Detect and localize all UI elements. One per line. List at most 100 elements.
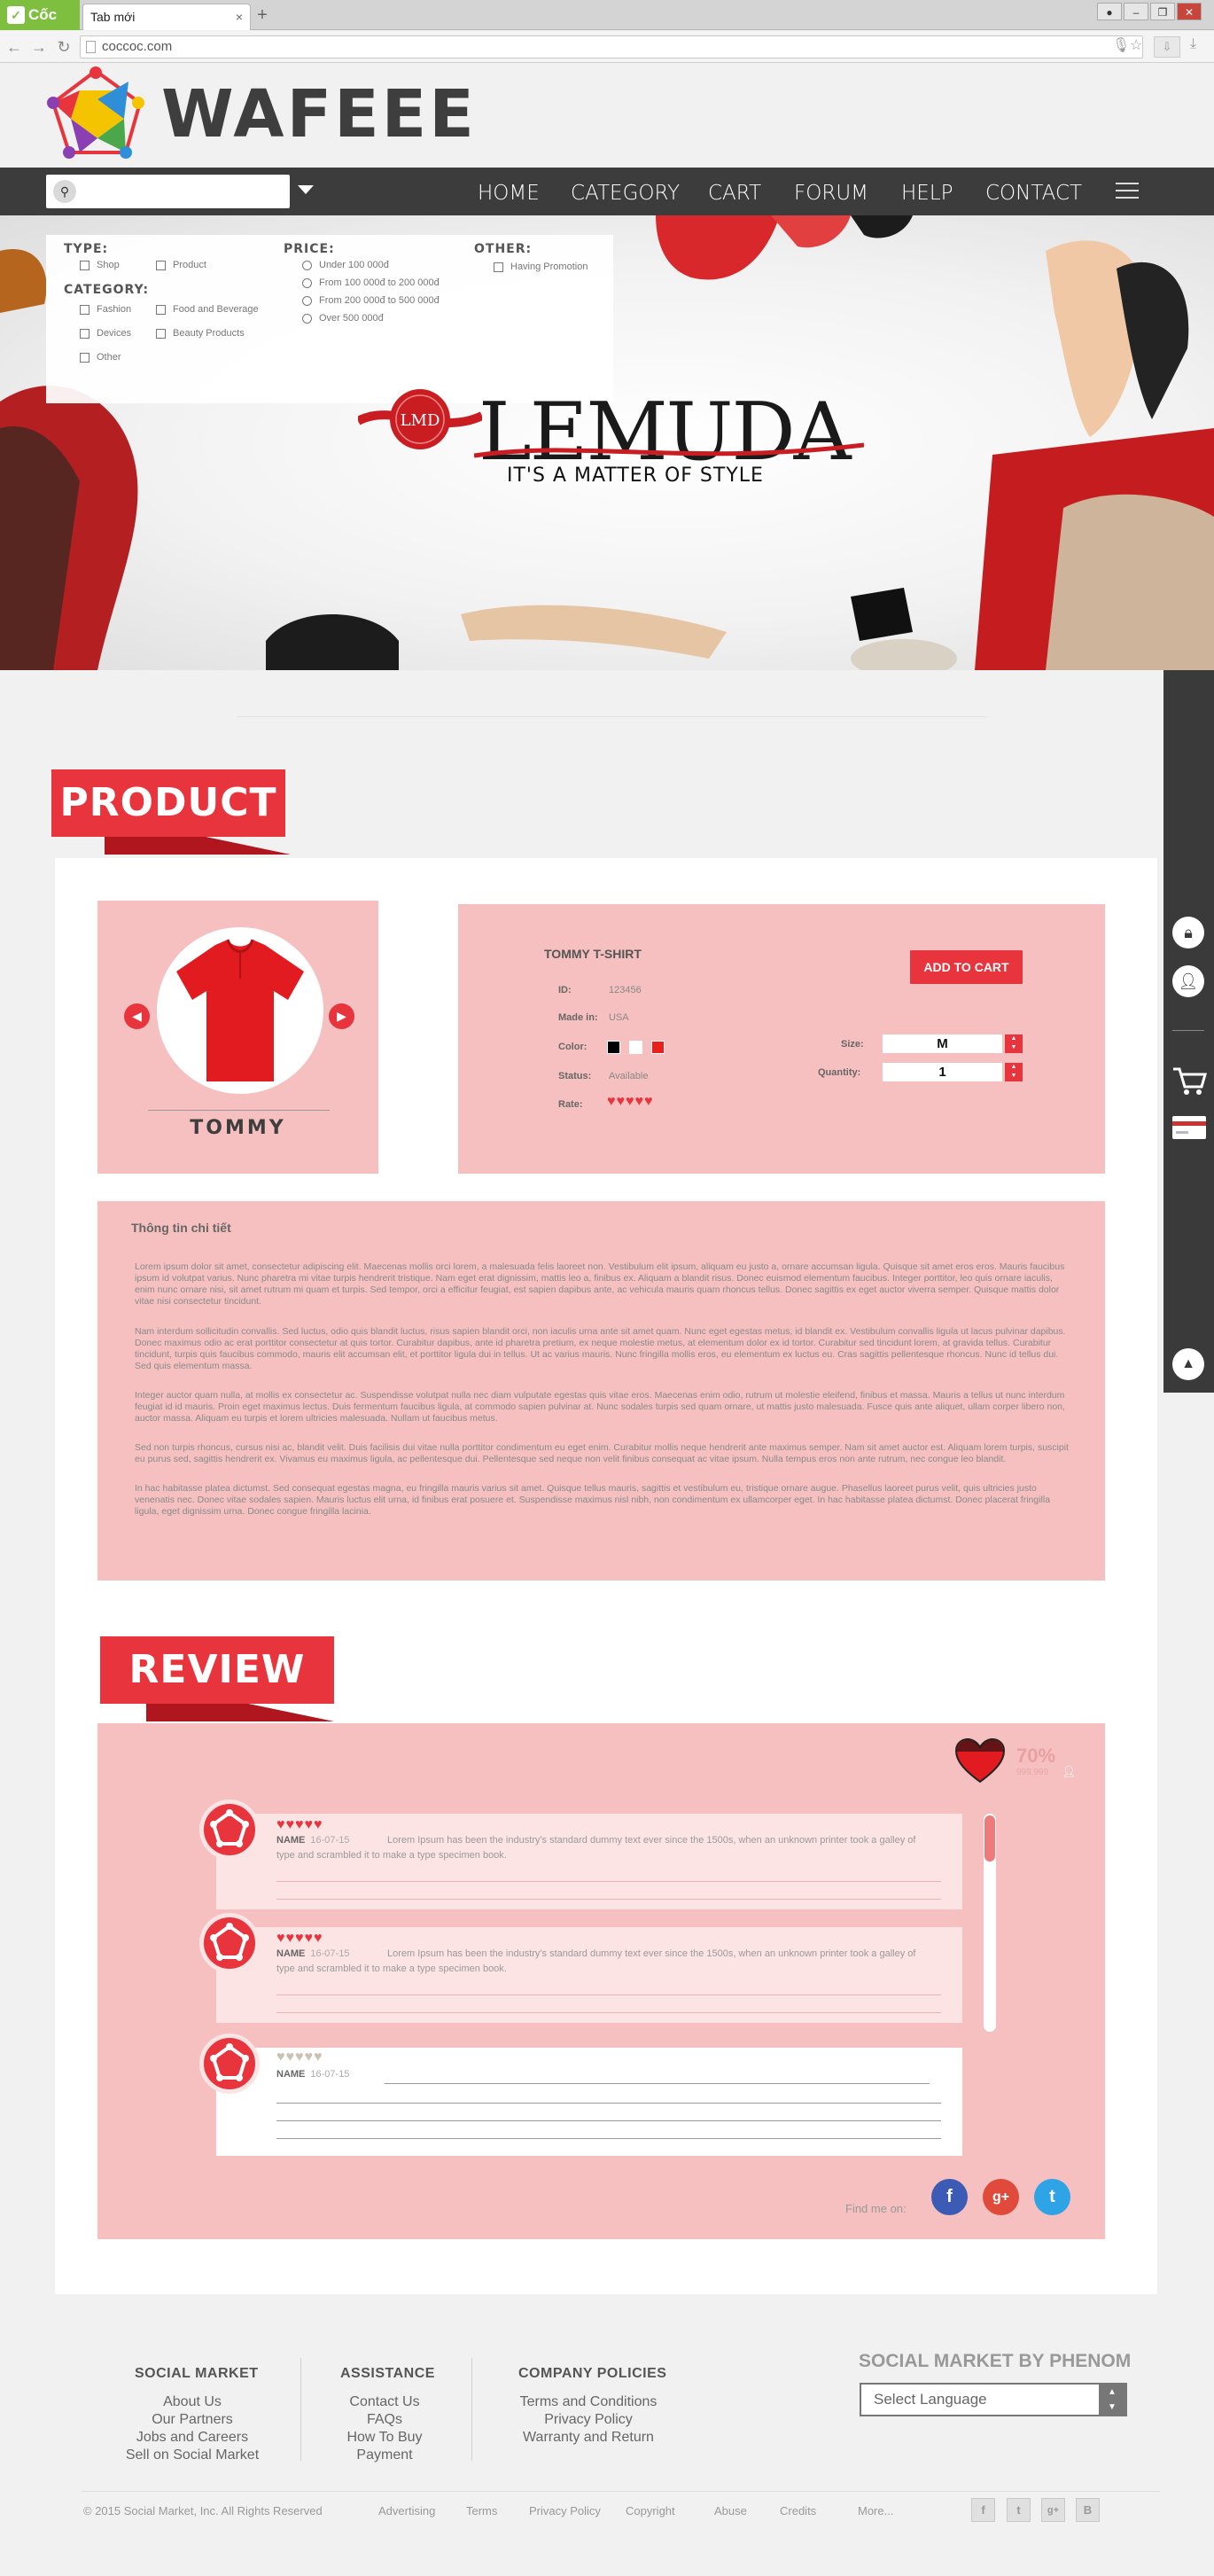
- radio[interactable]: [302, 260, 312, 270]
- blogger-icon[interactable]: B: [1076, 2498, 1100, 2522]
- select-arrows-icon[interactable]: ▲ ▼: [1099, 2385, 1125, 2415]
- footer-bottom-link[interactable]: Credits: [780, 2504, 816, 2517]
- mic-icon[interactable]: 🎙: [1112, 36, 1130, 54]
- radio[interactable]: [302, 295, 312, 306]
- checkbox[interactable]: [80, 304, 89, 315]
- address-bar[interactable]: coccoc.com: [80, 35, 1143, 59]
- gallery-prev-icon[interactable]: ◀: [124, 1003, 150, 1029]
- minimize-icon[interactable]: –: [1124, 3, 1148, 20]
- browser-tab[interactable]: Tab mới ×: [82, 4, 251, 30]
- avatar[interactable]: [199, 1799, 260, 1860]
- quantity-stepper-icon[interactable]: ▲ ▼: [1005, 1063, 1023, 1081]
- filter-category-fashion[interactable]: Fashion: [80, 304, 131, 315]
- back-icon[interactable]: ←: [5, 38, 23, 57]
- filter-promotion[interactable]: Having Promotion: [494, 262, 588, 272]
- nav-contact[interactable]: CONTACT: [985, 182, 1082, 205]
- footer-link[interactable]: FAQs: [331, 2411, 438, 2429]
- nav-help[interactable]: HELP: [901, 182, 953, 205]
- new-tab-button[interactable]: +: [253, 5, 272, 27]
- facebook-icon[interactable]: f: [971, 2498, 995, 2522]
- language-select[interactable]: Select Language ▲ ▼: [860, 2383, 1127, 2416]
- filter-price-1[interactable]: Under 100 000đ: [302, 260, 389, 270]
- google-plus-icon[interactable]: g+: [1041, 2498, 1065, 2522]
- checkbox[interactable]: [80, 352, 89, 363]
- search-input[interactable]: ⚲: [46, 175, 290, 208]
- filter-category-beauty[interactable]: Beauty Products: [156, 328, 245, 339]
- footer-link[interactable]: Privacy Policy: [505, 2411, 672, 2429]
- menu-icon[interactable]: [1116, 183, 1139, 204]
- credit-card-icon[interactable]: [1171, 1114, 1207, 1141]
- nav-forum[interactable]: FORUM: [794, 182, 868, 205]
- filter-price-4[interactable]: Over 500 000đ: [302, 313, 384, 324]
- filter-type-product[interactable]: Product: [156, 260, 206, 270]
- footer-bottom-link[interactable]: Abuse: [714, 2504, 747, 2517]
- filter-category-other[interactable]: Other: [80, 352, 121, 363]
- browser-logo[interactable]: ✓Cốc Cốc: [0, 0, 80, 53]
- checkbox[interactable]: [156, 328, 166, 339]
- rating-hearts[interactable]: ♥♥♥♥♥: [276, 2049, 323, 2065]
- review-input-line[interactable]: [276, 2103, 941, 2104]
- review-stars-input[interactable]: ♥♥♥♥♥: [276, 2049, 323, 2065]
- size-stepper-icon[interactable]: ▲ ▼: [1005, 1034, 1023, 1053]
- facebook-icon[interactable]: f: [931, 2179, 968, 2215]
- review-input-line[interactable]: [276, 2120, 941, 2121]
- checkbox[interactable]: [156, 304, 166, 315]
- filter-type-shop[interactable]: Shop: [80, 260, 120, 270]
- color-swatch[interactable]: [651, 1041, 665, 1054]
- scrollbar-thumb[interactable]: [984, 1815, 995, 1862]
- footer-link[interactable]: Contact Us: [331, 2393, 438, 2411]
- footer-link[interactable]: Jobs and Careers: [121, 2429, 263, 2447]
- cart-icon[interactable]: [1171, 1066, 1207, 1096]
- twitter-icon[interactable]: t: [1034, 2179, 1070, 2215]
- chevron-down-icon[interactable]: [298, 185, 314, 194]
- filter-price-2[interactable]: From 100 000đ to 200 000đ: [302, 277, 440, 288]
- footer-bottom-link[interactable]: Privacy Policy: [529, 2504, 601, 2517]
- filter-price-3[interactable]: From 200 000đ to 500 000đ: [302, 295, 440, 306]
- checkbox[interactable]: [80, 328, 89, 339]
- footer-link[interactable]: Payment: [331, 2447, 438, 2464]
- restore-icon[interactable]: ❐: [1150, 3, 1175, 20]
- avatar[interactable]: [199, 2033, 260, 2094]
- nav-category[interactable]: CATEGORY: [571, 182, 680, 205]
- footer-bottom-link[interactable]: Advertising: [378, 2504, 435, 2517]
- quantity-input[interactable]: 1: [883, 1063, 1002, 1081]
- footer-link[interactable]: Warranty and Return: [505, 2429, 672, 2447]
- checkbox[interactable]: [80, 260, 89, 270]
- close-window-icon[interactable]: ✕: [1177, 3, 1202, 20]
- nav-cart[interactable]: CART: [708, 182, 761, 205]
- download-icon[interactable]: ⇩: [1154, 36, 1180, 58]
- tshirt-image[interactable]: [173, 936, 307, 1085]
- checkbox[interactable]: [494, 262, 503, 272]
- gallery-next-icon[interactable]: ▶: [329, 1003, 354, 1029]
- footer-link[interactable]: Our Partners: [121, 2411, 263, 2429]
- footer-link[interactable]: About Us: [121, 2393, 263, 2411]
- filter-category-devices[interactable]: Devices: [80, 328, 131, 339]
- bookmark-star-icon[interactable]: ☆: [1130, 36, 1142, 54]
- footer-link[interactable]: Terms and Conditions: [505, 2393, 672, 2411]
- footer-link[interactable]: Sell on Social Market: [121, 2447, 263, 2464]
- downloads-icon[interactable]: ⤓: [1190, 36, 1196, 52]
- footer-bottom-link[interactable]: Terms: [466, 2504, 497, 2517]
- lock-icon[interactable]: 🔒︎: [1172, 917, 1204, 948]
- scroll-top-icon[interactable]: ▲: [1172, 1348, 1204, 1380]
- user-icon[interactable]: 👤︎: [1172, 965, 1204, 997]
- review-input-line[interactable]: [385, 2083, 930, 2084]
- forward-icon[interactable]: →: [30, 38, 48, 57]
- filter-category-food[interactable]: Food and Beverage: [156, 304, 259, 315]
- wafeee-logo[interactable]: [44, 64, 151, 166]
- account-icon[interactable]: ●: [1097, 3, 1122, 20]
- nav-home[interactable]: HOME: [478, 182, 540, 205]
- search-icon[interactable]: ⚲: [53, 180, 76, 203]
- avatar[interactable]: [199, 1913, 260, 1973]
- radio[interactable]: [302, 313, 312, 324]
- footer-bottom-link[interactable]: Copyright: [626, 2504, 675, 2517]
- checkbox[interactable]: [156, 260, 166, 270]
- size-select[interactable]: M: [883, 1034, 1002, 1053]
- reload-icon[interactable]: ↻: [55, 38, 73, 57]
- tab-close-icon[interactable]: ×: [236, 4, 243, 29]
- radio[interactable]: [302, 277, 312, 288]
- review-scrollbar[interactable]: [984, 1814, 996, 2032]
- review-input-line[interactable]: [276, 2138, 941, 2139]
- new-review-form[interactable]: ♥♥♥♥♥ NAME 16-07-15: [216, 2048, 962, 2156]
- twitter-icon[interactable]: t: [1007, 2498, 1031, 2522]
